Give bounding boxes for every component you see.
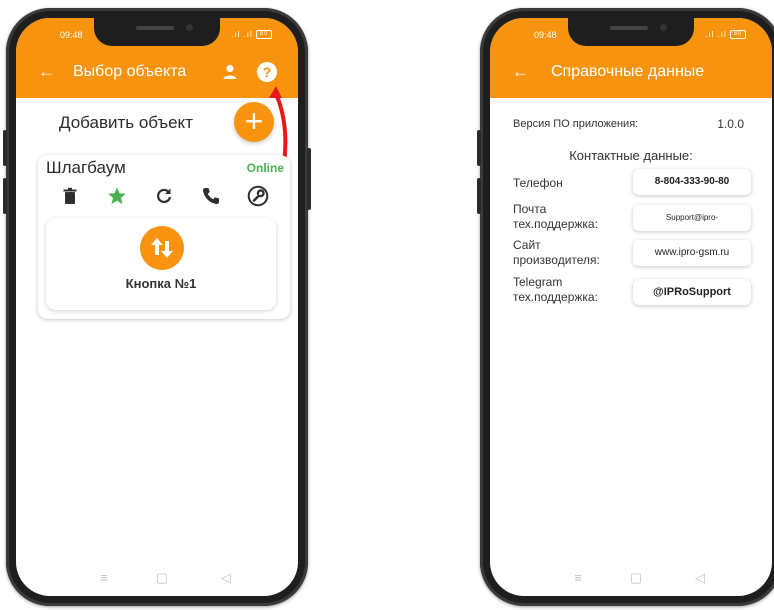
contacts-title: Контактные данные: [569,148,693,163]
status-indicators: .ıl .ıl 80 [231,30,272,40]
email-label: Почта тех.поддержка: [513,202,598,231]
wrench-icon[interactable] [247,185,269,207]
page-title: Выбор объекта [73,63,187,80]
menu-nav-icon[interactable]: ≡ [94,568,114,588]
back-nav-icon[interactable]: ◁ [690,568,710,588]
system-nav-bar: ≡ ▢ ◁ [490,566,772,590]
person-icon[interactable] [220,62,240,82]
status-time: 09:48 [534,30,557,40]
home-nav-icon[interactable]: ▢ [626,568,646,588]
version-value: 1.0.0 [717,117,744,131]
help-icon[interactable]: ? [257,62,277,82]
volume-button [477,130,481,166]
phone-label: Телефон [513,176,563,190]
notch [568,18,694,46]
website-button[interactable]: www.ipro-gsm.ru [633,240,751,266]
status-indicators: .ıl .ıl 80 [705,30,746,40]
signal-icon: .ıl .ıl [705,30,727,39]
battery-icon: 80 [730,30,746,40]
power-button [307,148,311,210]
refresh-icon[interactable] [153,185,175,207]
back-arrow-icon[interactable]: ← [38,62,58,82]
status-time: 09:48 [60,30,83,40]
phone-frame-right: 09:48 .ıl .ıl 80 ← Справочные данные Вер… [477,8,774,606]
phone-frame-left: 09:48 .ıl .ıl 80 ← Выбор объекта ? Добав… [3,8,311,606]
back-nav-icon[interactable]: ◁ [216,568,236,588]
star-icon[interactable] [106,185,128,207]
swap-arrows-icon[interactable] [140,226,184,270]
email-button[interactable]: Support@ipro- [633,205,751,231]
add-object-button[interactable]: + [234,102,274,142]
signal-icon: .ıl .ıl [231,30,253,39]
object-card[interactable]: Шлагбаум Online Кнопка №1 [38,155,290,319]
notch [94,18,220,46]
object-name: Шлагбаум [46,158,126,177]
phone-number-button[interactable]: 8-804-333-90-80 [633,169,751,195]
key-label: Кнопка №1 [125,276,197,291]
system-nav-bar: ≡ ▢ ◁ [16,566,298,590]
telegram-label: Telegram тех.поддержка: [513,275,598,304]
phone-icon[interactable] [200,185,222,207]
telegram-button[interactable]: @IPRoSupport [633,279,751,305]
volume-button [3,130,7,166]
screen-object-select: 09:48 .ıl .ıl 80 ← Выбор объекта ? Добав… [16,18,298,596]
volume-button [3,178,7,214]
back-arrow-icon[interactable]: ← [512,62,532,82]
version-label: Версия ПО приложения: [513,118,639,130]
home-nav-icon[interactable]: ▢ [152,568,172,588]
action-toolbar [38,185,290,207]
trash-icon[interactable] [59,185,81,207]
key-card[interactable]: Кнопка №1 [46,218,276,310]
add-object-label: Добавить объект [59,113,193,132]
volume-button [477,178,481,214]
status-badge: Online [246,161,284,175]
battery-icon: 80 [256,30,272,40]
menu-nav-icon[interactable]: ≡ [568,568,588,588]
screen-reference-data: 09:48 .ıl .ıl 80 ← Справочные данные Вер… [490,18,772,596]
page-title: Справочные данные [551,63,705,80]
website-label: Сайт производителя: [513,238,600,267]
